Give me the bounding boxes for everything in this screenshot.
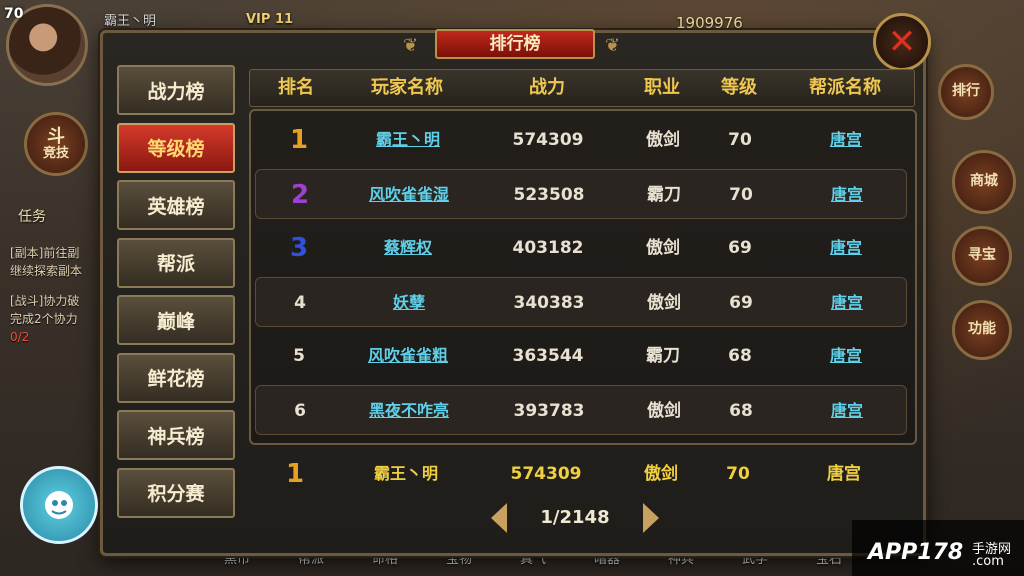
level-cell: 69 xyxy=(729,293,753,313)
rank-side-button[interactable]: 排行 xyxy=(938,64,994,120)
level-cell: 68 xyxy=(728,346,752,366)
power-cell: 403182 xyxy=(512,238,584,258)
watermark-brand: APP178 xyxy=(868,540,964,565)
header-level: 等级 xyxy=(721,77,757,98)
job-cell: 霸刀 xyxy=(646,346,680,366)
level-cell: 68 xyxy=(729,401,753,421)
player-name-link[interactable]: 风吹雀雀湿 xyxy=(344,170,474,220)
level-cell: 69 xyxy=(728,238,752,258)
rank-cell: 1 xyxy=(289,125,309,155)
my-job: 傲剑 xyxy=(644,464,678,484)
power-cell: 574309 xyxy=(512,130,584,150)
level-cell: 70 xyxy=(729,185,753,205)
table-row[interactable]: 3 蔡辉权 403182 傲剑 69 唐宫 xyxy=(255,223,907,273)
ranking-list[interactable]: 1 霸王丶明 574309 傲剑 70 唐宫 2 风吹雀雀湿 523508 霸刀… xyxy=(249,109,917,445)
table-row[interactable]: 1 霸王丶明 574309 傲剑 70 唐宫 xyxy=(255,115,907,165)
arena-label: 竞技 xyxy=(42,145,69,161)
tab-points[interactable]: 积分赛 xyxy=(117,467,235,518)
table-row[interactable]: 2 风吹雀雀湿 523508 霸刀 70 唐宫 xyxy=(255,169,907,219)
ranking-panel: ❦ 排行榜 ❦ ✕ 战力榜 等级榜 英雄榜 帮派 巅峰 鲜花榜 神兵榜 积分赛 … xyxy=(100,13,931,556)
my-power: 574309 xyxy=(510,464,582,484)
power-cell: 340383 xyxy=(513,293,585,313)
player-name-link[interactable]: 风吹雀雀粗 xyxy=(343,331,473,381)
task-line: [战斗]协力破 xyxy=(10,294,80,308)
ornament-right: ❦ xyxy=(605,35,621,56)
job-cell: 傲剑 xyxy=(646,238,680,258)
ranking-tabs: 战力榜 等级榜 英雄榜 帮派 巅峰 鲜花榜 神兵榜 积分赛 xyxy=(117,65,235,525)
rank-cell: 2 xyxy=(290,180,310,210)
player-name-link[interactable]: 蔡辉权 xyxy=(343,223,473,273)
tab-guild[interactable]: 帮派 xyxy=(117,237,235,288)
guild-link[interactable]: 唐宫 xyxy=(778,170,916,220)
tab-flower[interactable]: 鲜花榜 xyxy=(117,352,235,403)
my-rank: 1 xyxy=(285,459,305,489)
next-page-icon[interactable] xyxy=(643,503,659,533)
header-job: 职业 xyxy=(644,77,680,98)
close-icon: ✕ xyxy=(887,22,917,62)
my-level: 70 xyxy=(726,464,750,484)
tab-weapon[interactable]: 神兵榜 xyxy=(117,410,235,460)
job-cell: 傲剑 xyxy=(647,401,681,421)
task-line: 继续探索副本 xyxy=(10,264,83,278)
player-name-link[interactable]: 霸王丶明 xyxy=(343,115,473,165)
task-progress: 0/2 xyxy=(10,330,30,344)
watermark-domain: .com xyxy=(972,554,1004,569)
chat-icon xyxy=(45,491,73,519)
header-guild: 帮派名称 xyxy=(809,77,881,98)
table-row[interactable]: 4 妖孽 340383 傲剑 69 唐宫 xyxy=(255,277,907,327)
header-power: 战力 xyxy=(529,77,565,98)
rank-cell: 3 xyxy=(289,233,309,263)
my-guild: 唐宫 xyxy=(827,464,861,484)
prev-page-icon[interactable] xyxy=(491,503,507,533)
table-row[interactable]: 6 黑夜不咋亮 393783 傲剑 68 唐宫 xyxy=(255,385,907,435)
power-cell: 363544 xyxy=(512,346,584,366)
ornament-left: ❦ xyxy=(403,35,419,56)
page-indicator: 1/2148 xyxy=(540,507,610,528)
player-name-link[interactable]: 妖孽 xyxy=(344,278,474,328)
chat-button[interactable] xyxy=(20,466,98,544)
table-row[interactable]: 5 风吹雀雀粗 363544 霸刀 68 唐宫 xyxy=(255,331,907,381)
function-side-button[interactable]: 功能 xyxy=(952,300,1012,360)
close-button[interactable]: ✕ xyxy=(873,13,931,71)
job-cell: 傲剑 xyxy=(646,130,680,150)
my-rank-row: 1 霸王丶明 574309 傲剑 70 唐宫 xyxy=(249,449,913,499)
player-name: 霸王丶明 xyxy=(104,14,157,29)
task-line: 完成2个协力 xyxy=(10,312,78,326)
arena-icon: 斗 xyxy=(47,125,65,147)
job-cell: 霸刀 xyxy=(647,185,681,205)
tab-power[interactable]: 战力榜 xyxy=(117,65,235,115)
guild-link[interactable]: 唐宫 xyxy=(778,278,916,328)
panel-title: 排行榜 xyxy=(435,29,595,59)
job-cell: 傲剑 xyxy=(647,293,681,313)
arena-button[interactable]: 斗 竞技 xyxy=(24,112,88,176)
guild-link[interactable]: 唐宫 xyxy=(777,331,915,381)
table-header: 排名 玩家名称 战力 职业 等级 帮派名称 xyxy=(249,69,915,107)
header-rank: 排名 xyxy=(278,77,314,98)
guild-link[interactable]: 唐宫 xyxy=(777,223,915,273)
rank-cell: 4 xyxy=(294,293,306,313)
shop-side-button[interactable]: 商城 xyxy=(952,150,1016,214)
tab-hero[interactable]: 英雄榜 xyxy=(117,180,235,230)
power-cell: 523508 xyxy=(513,185,585,205)
rank-cell: 6 xyxy=(294,401,306,421)
power-cell: 393783 xyxy=(513,401,585,421)
tab-level[interactable]: 等级榜 xyxy=(117,122,235,173)
guild-link[interactable]: 唐宫 xyxy=(778,386,916,436)
watermark-logo: APP178 手游网 .com xyxy=(852,520,1024,576)
rank-cell: 5 xyxy=(293,346,305,366)
treasure-side-button[interactable]: 寻宝 xyxy=(952,226,1012,286)
player-name-link[interactable]: 黑夜不咋亮 xyxy=(344,386,474,436)
task-line: [副本]前往副 xyxy=(10,246,80,260)
header-name: 玩家名称 xyxy=(371,77,443,98)
vip-label: VIP 11 xyxy=(246,12,294,27)
level-cell: 70 xyxy=(728,130,752,150)
guild-link[interactable]: 唐宫 xyxy=(777,115,915,165)
task-label[interactable]: 任务 xyxy=(18,206,46,226)
player-level: 70 xyxy=(4,6,24,22)
tab-peak[interactable]: 巅峰 xyxy=(117,295,235,345)
my-name: 霸王丶明 xyxy=(373,464,438,483)
